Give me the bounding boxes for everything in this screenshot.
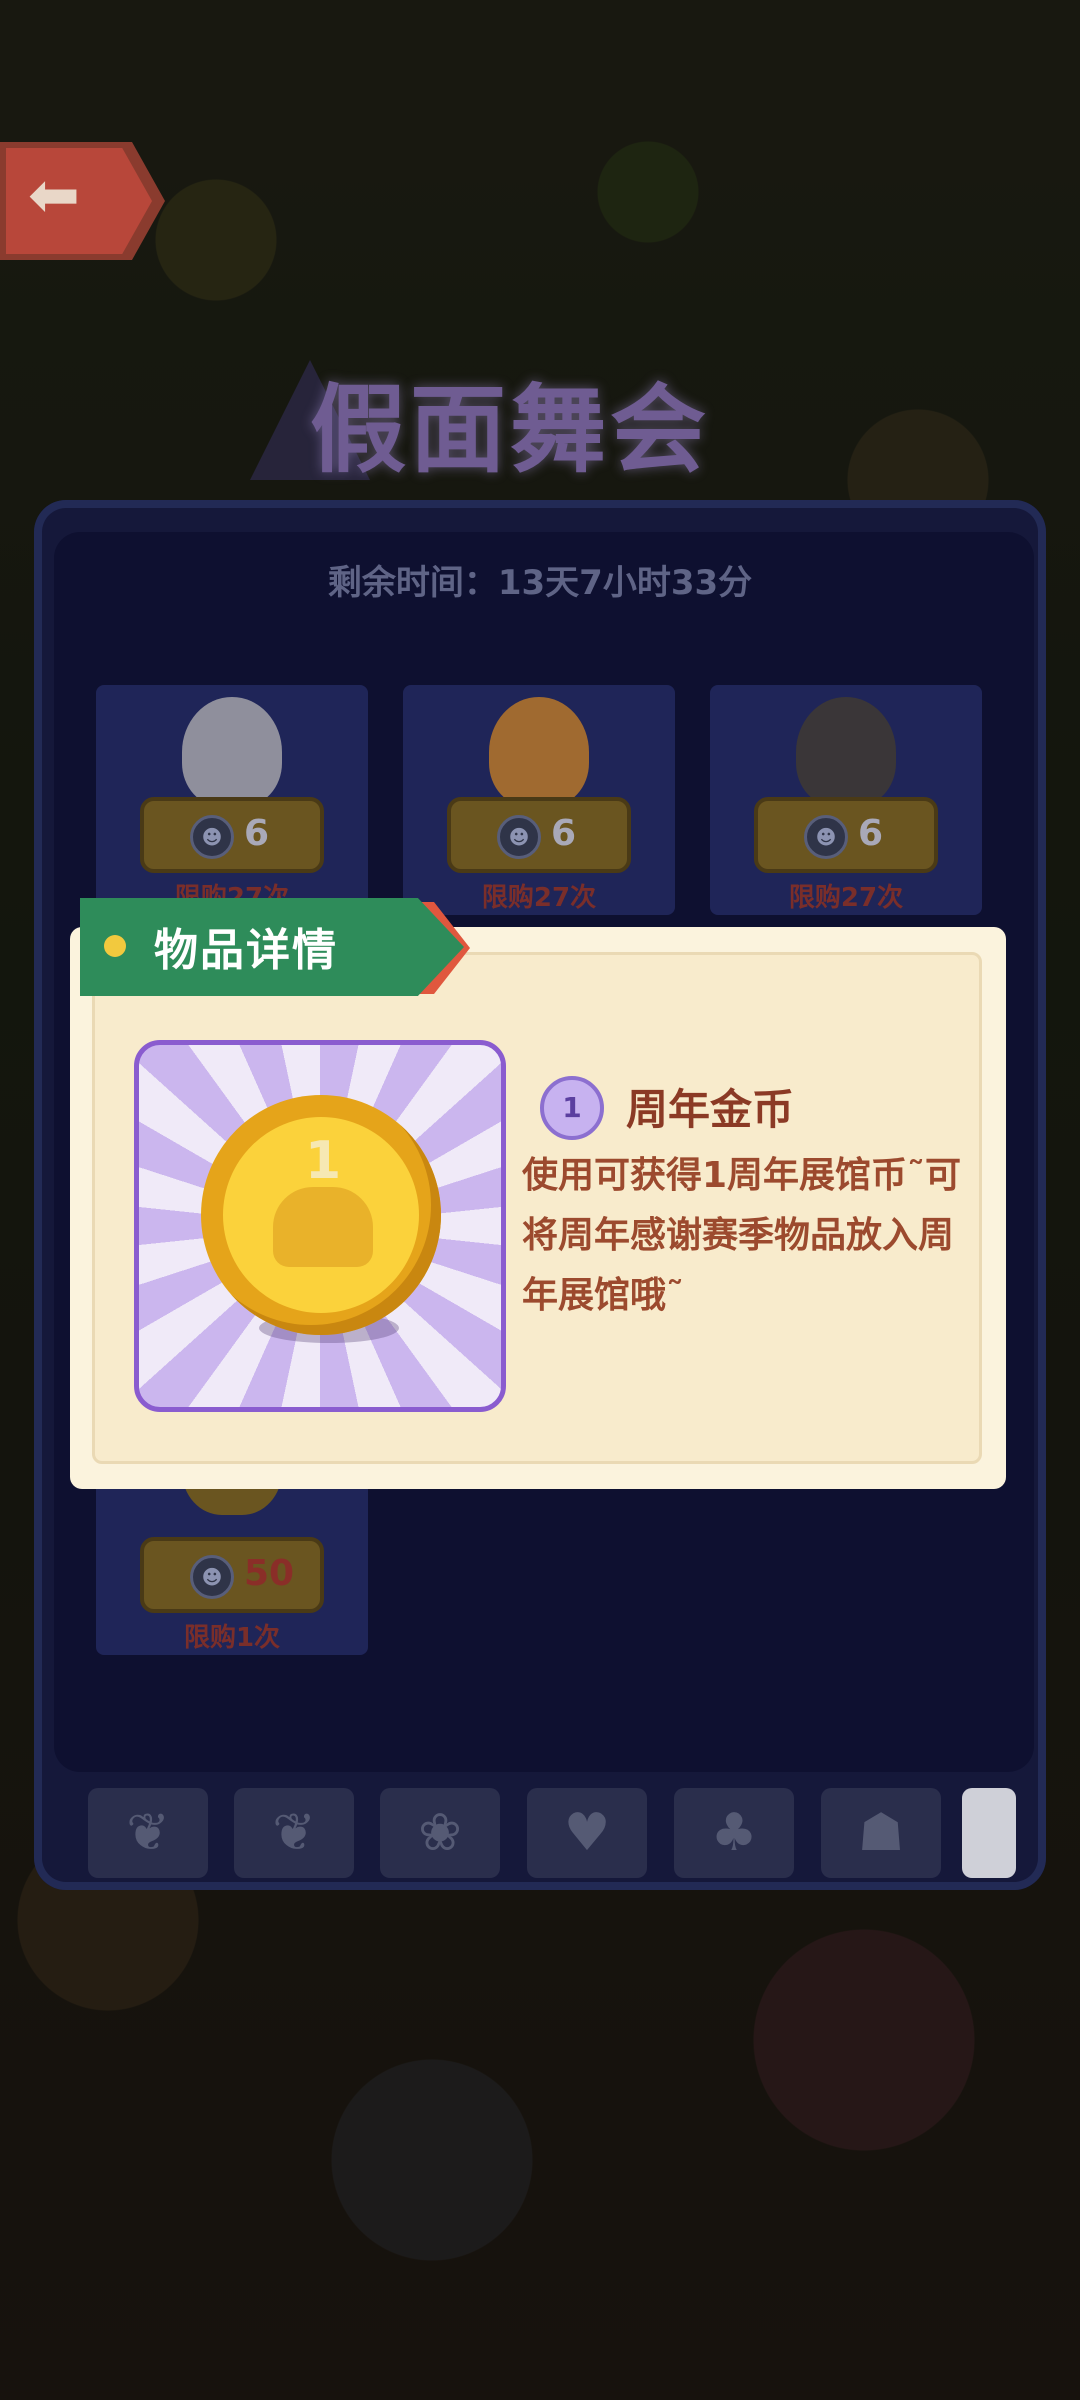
tab-characters[interactable]: ☗: [821, 1788, 941, 1878]
item-description: 使用可获得1周年展馆币˜可将周年感谢赛季物品放入周年展馆哦˜: [522, 1155, 962, 1316]
back-arrow-icon: ⬅: [28, 158, 80, 231]
item-name: 周年金币: [626, 1085, 795, 1134]
purchase-limit: 限购27次: [788, 883, 904, 913]
tab-pets[interactable]: ❀: [380, 1788, 500, 1878]
item-figure: [489, 697, 589, 807]
mask-coin-icon: ☻: [190, 815, 234, 859]
leaf-icon: ❦: [126, 1803, 170, 1863]
purchase-limit: 限购27次: [481, 883, 597, 913]
item-image-frame: 1: [134, 1040, 506, 1412]
item-figure: [796, 697, 896, 807]
price-button[interactable]: ☻ 50: [140, 1537, 324, 1613]
event-title: 假面舞会: [310, 373, 710, 486]
item-figure: [182, 697, 282, 807]
item-level-badge: 1: [540, 1076, 604, 1140]
popup-title: 物品详情: [154, 925, 338, 976]
tab-decor-1[interactable]: ❦: [88, 1788, 208, 1878]
back-button[interactable]: ⬅: [0, 142, 165, 260]
heart-box-icon: ♥: [563, 1803, 611, 1863]
anniversary-coin-icon: 1: [201, 1095, 441, 1335]
price-button[interactable]: ☻ 6: [140, 797, 324, 873]
shop-item-card[interactable]: ☻ 6 限购27次: [403, 685, 675, 915]
price-button[interactable]: ☻ 6: [754, 797, 938, 873]
shop-item-card[interactable]: ☻ 6 限购27次: [96, 685, 368, 915]
price-button[interactable]: ☻ 6: [447, 797, 631, 873]
tab-more[interactable]: [962, 1788, 1016, 1878]
pets-icon: ❀: [418, 1803, 462, 1863]
price-value: 6: [551, 813, 577, 854]
purchase-limit: 限购1次: [183, 1623, 281, 1653]
remaining-time: 剩余时间：13天7小时33分: [327, 563, 753, 603]
tab-decor-2[interactable]: ❦: [234, 1788, 354, 1878]
tree-icon: ♣: [710, 1803, 758, 1863]
mask-coin-icon: ☻: [804, 815, 848, 859]
shop-item-card[interactable]: ☻ 6 限购27次: [710, 685, 982, 915]
price-value: 6: [858, 813, 884, 854]
price-value: 50: [244, 1553, 295, 1594]
cake-icon: [273, 1187, 373, 1267]
leaf-icon: ❦: [272, 1803, 316, 1863]
mask-coin-icon: ☻: [497, 815, 541, 859]
mask-coin-icon: ☻: [190, 1555, 234, 1599]
tab-gifts[interactable]: ♥: [527, 1788, 647, 1878]
cat-icon: ☗: [857, 1803, 905, 1863]
price-value: 6: [244, 813, 270, 854]
header-dot-icon: [104, 935, 126, 957]
tab-plants[interactable]: ♣: [674, 1788, 794, 1878]
coin-number: 1: [305, 1131, 342, 1191]
